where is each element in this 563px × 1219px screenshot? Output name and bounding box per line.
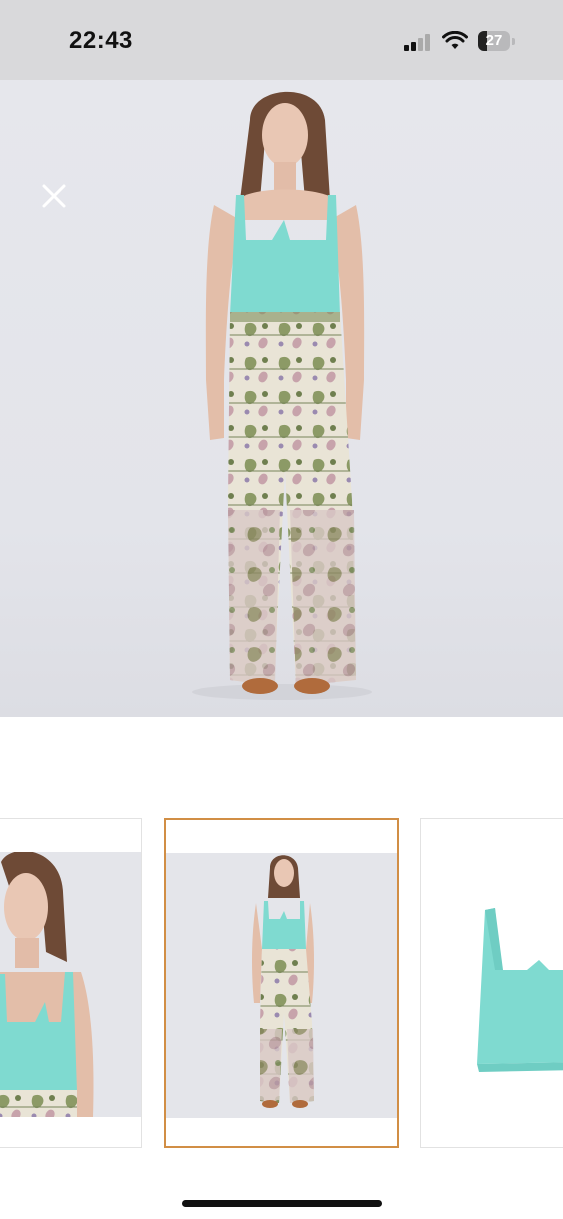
- home-indicator[interactable]: [182, 1200, 382, 1207]
- battery-icon: 27: [478, 31, 516, 51]
- thumbnail-strip: [0, 818, 563, 1150]
- model-photo: [192, 91, 372, 700]
- thumbnail-3[interactable]: [420, 818, 563, 1148]
- product-top-only: [421, 852, 563, 1117]
- model-crop-left: [0, 850, 141, 1117]
- wifi-icon: [442, 31, 468, 49]
- model-full-body: [166, 853, 397, 1118]
- thumbnail-1[interactable]: [0, 818, 142, 1148]
- battery-level: 27: [485, 32, 503, 49]
- status-bar: 22:43 27: [0, 0, 563, 80]
- status-time: 22:43: [69, 27, 133, 54]
- thumbnail-2-selected[interactable]: [164, 818, 399, 1148]
- main-product-image[interactable]: [0, 80, 563, 717]
- signal-icon: [404, 33, 434, 51]
- close-icon[interactable]: [38, 180, 70, 212]
